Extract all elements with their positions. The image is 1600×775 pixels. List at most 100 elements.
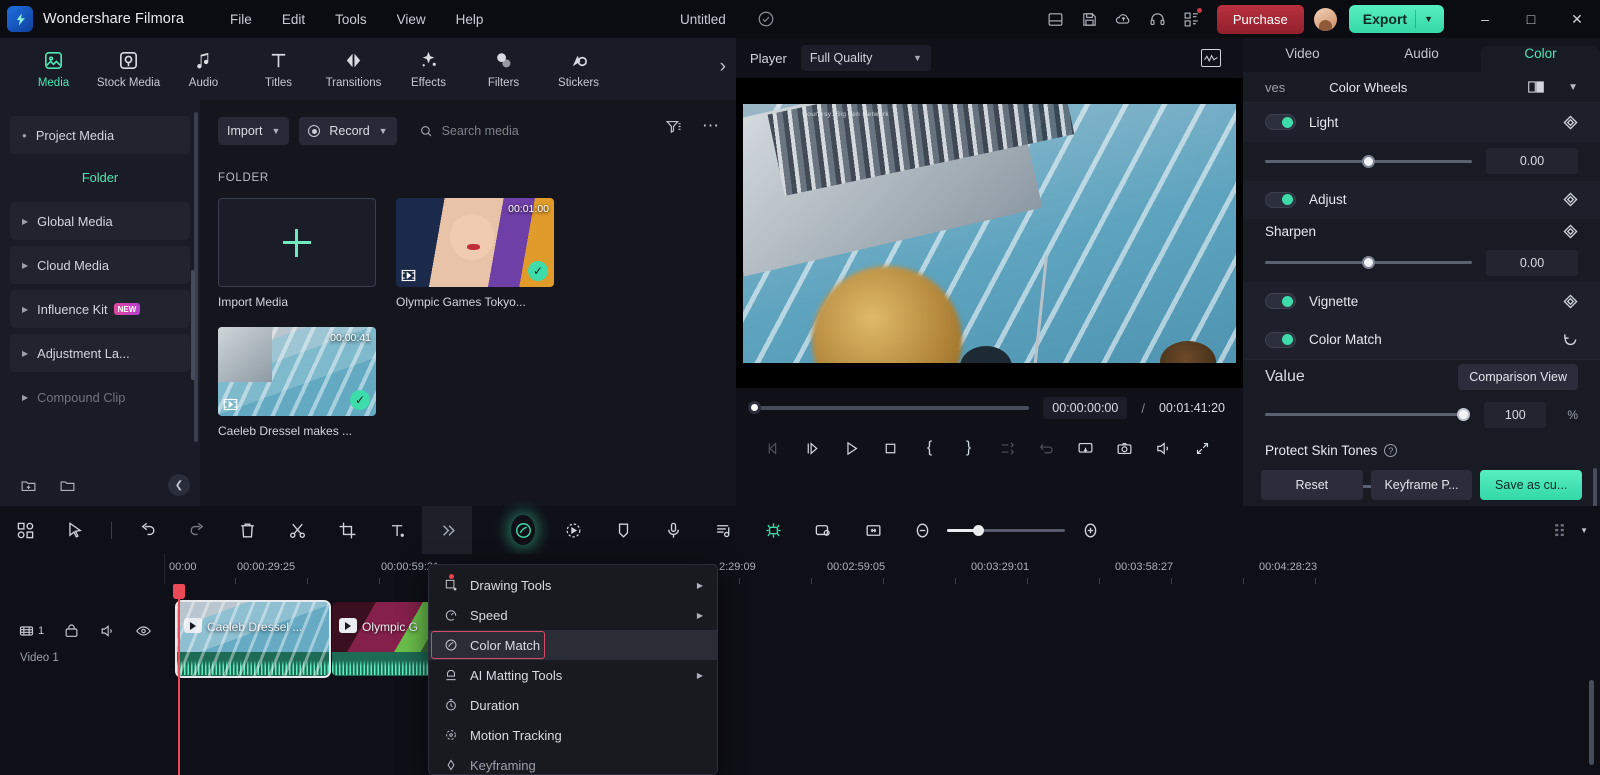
- hide-icon[interactable]: [135, 623, 152, 639]
- context-menu-item-drawing-tools[interactable]: Drawing Tools ▶: [429, 570, 717, 600]
- text-icon[interactable]: [372, 506, 422, 554]
- new-folder-icon[interactable]: [20, 477, 37, 494]
- player-current-time[interactable]: 00:00:00:00: [1043, 397, 1127, 419]
- keyframe-diamond-icon[interactable]: [1563, 294, 1578, 309]
- next-frame-button[interactable]: [793, 433, 832, 463]
- chevron-down-icon[interactable]: ▼: [271, 126, 280, 136]
- stop-button[interactable]: [871, 433, 910, 463]
- delete-icon[interactable]: [222, 506, 272, 554]
- menu-edit[interactable]: Edit: [271, 7, 316, 32]
- redo-icon[interactable]: [172, 506, 222, 554]
- context-menu-item-color-match[interactable]: Color Match: [429, 630, 717, 660]
- microphone-icon[interactable]: [648, 506, 698, 554]
- window-maximize-button[interactable]: □: [1508, 0, 1554, 38]
- timeline-vertical-scrollbar[interactable]: [1589, 680, 1594, 765]
- player-seek-knob[interactable]: [748, 401, 761, 414]
- play-button[interactable]: [832, 433, 871, 463]
- light-toggle[interactable]: [1265, 114, 1296, 130]
- undo-render-button[interactable]: [1027, 433, 1066, 463]
- import-media-tile[interactable]: [218, 198, 376, 287]
- collapse-panel-button[interactable]: ❮: [168, 474, 190, 496]
- window-minimize-button[interactable]: –: [1462, 0, 1508, 38]
- keyframe-diamond-icon[interactable]: [1563, 224, 1578, 239]
- light-slider[interactable]: [1265, 160, 1472, 163]
- support-headset-icon[interactable]: [1141, 0, 1175, 38]
- tab-color[interactable]: Color: [1481, 46, 1600, 72]
- video-preview[interactable]: Courtesy: Big Ten Network: [743, 95, 1236, 372]
- section-vignette[interactable]: Vignette: [1243, 282, 1600, 320]
- light-slider-knob[interactable]: [1362, 155, 1375, 168]
- render-bar-icon[interactable]: [1552, 521, 1571, 540]
- help-circle-icon[interactable]: ?: [1384, 444, 1397, 457]
- nav-tab-stock-media[interactable]: Stock Media: [91, 49, 166, 89]
- color-match-icon[interactable]: [498, 506, 548, 554]
- snapshot-to-fullscreen-button[interactable]: [1066, 433, 1105, 463]
- timeline-options-chevron-icon[interactable]: ▼: [1580, 526, 1588, 535]
- more-chevron-icon[interactable]: [422, 506, 472, 554]
- nav-tab-media[interactable]: Media: [16, 49, 91, 89]
- sharpen-value-input[interactable]: 0.00: [1486, 250, 1578, 276]
- camera-track-icon[interactable]: [798, 506, 848, 554]
- volume-button[interactable]: [1144, 433, 1183, 463]
- keyframe-diamond-icon[interactable]: [1563, 115, 1578, 130]
- chevron-down-icon[interactable]: ▼: [1568, 82, 1578, 93]
- sharpen-slider-knob[interactable]: [1362, 256, 1375, 269]
- marker-icon[interactable]: [598, 506, 648, 554]
- save-icon[interactable]: [1073, 0, 1107, 38]
- ai-effects-icon[interactable]: [548, 506, 598, 554]
- tab-video[interactable]: Video: [1243, 46, 1362, 72]
- qrcode-icon[interactable]: [1175, 0, 1209, 38]
- timeline-zoom-knob[interactable]: [973, 525, 984, 536]
- select-tool-icon[interactable]: [50, 506, 100, 554]
- menu-file[interactable]: File: [219, 7, 263, 32]
- search-media-box[interactable]: [419, 124, 592, 138]
- mute-icon[interactable]: [99, 623, 116, 639]
- tree-item-influence-kit[interactable]: ▶ Influence Kit NEW: [10, 290, 190, 328]
- fullscreen-button[interactable]: [1183, 433, 1222, 463]
- player-seek-slider[interactable]: [754, 406, 1029, 410]
- export-chevron-down-icon[interactable]: ▼: [1424, 14, 1433, 24]
- sharpen-slider[interactable]: [1265, 261, 1472, 264]
- compare-view-icon[interactable]: [1528, 80, 1544, 94]
- subtab-curves-partial[interactable]: ves: [1265, 80, 1285, 95]
- nav-tab-audio[interactable]: Audio: [166, 49, 241, 89]
- green-screen-icon[interactable]: [748, 506, 798, 554]
- comparison-view-button[interactable]: Comparison View: [1458, 364, 1578, 390]
- tree-item-global-media[interactable]: ▶ Global Media: [10, 202, 190, 240]
- context-menu-item-duration[interactable]: Duration: [429, 690, 717, 720]
- chevron-down-icon[interactable]: ▼: [379, 126, 388, 136]
- subtab-color-wheels[interactable]: Color Wheels: [1329, 80, 1407, 95]
- media-cell-import[interactable]: Import Media: [218, 198, 376, 309]
- nav-tab-transitions[interactable]: Transitions: [316, 49, 391, 89]
- window-close-button[interactable]: ✕: [1554, 0, 1600, 38]
- reset-button[interactable]: Reset: [1261, 470, 1363, 500]
- ruler-track[interactable]: 00:00 00:00:29:25 00:00:59:21 2:29:09 00…: [165, 554, 1600, 584]
- render-preview-button[interactable]: [988, 433, 1027, 463]
- media-cell-item[interactable]: 00:00:41 ✓ Caeleb Dressel makes ...: [218, 327, 376, 438]
- light-value-input[interactable]: 0.00: [1486, 148, 1578, 174]
- import-button[interactable]: Import ▼: [218, 117, 289, 145]
- mark-out-button[interactable]: }: [949, 433, 988, 463]
- nav-tabs-more-chevron-icon[interactable]: ›: [720, 56, 726, 78]
- context-menu-item-motion-tracking[interactable]: Motion Tracking: [429, 720, 717, 750]
- mark-in-button[interactable]: {: [910, 433, 949, 463]
- media-scrollbar[interactable]: [191, 270, 195, 380]
- waveform-scope-icon[interactable]: [1201, 49, 1221, 67]
- undo-icon[interactable]: [122, 506, 172, 554]
- camera-snapshot-button[interactable]: [1105, 433, 1144, 463]
- user-avatar[interactable]: [1314, 8, 1337, 31]
- reset-icon[interactable]: [1563, 332, 1578, 347]
- freeze-frame-icon[interactable]: [848, 506, 898, 554]
- menu-view[interactable]: View: [386, 7, 437, 32]
- folder-icon[interactable]: [59, 477, 76, 494]
- audio-mixer-icon[interactable]: [698, 506, 748, 554]
- tab-audio[interactable]: Audio: [1362, 46, 1481, 72]
- grid-view-icon[interactable]: [0, 506, 50, 554]
- menu-tools[interactable]: Tools: [324, 7, 378, 32]
- player-quality-select[interactable]: Full Quality ▼: [801, 45, 931, 71]
- record-button[interactable]: Record ▼: [299, 117, 396, 145]
- tree-item-folder[interactable]: Folder: [10, 158, 190, 196]
- keyframe-preset-button[interactable]: Keyframe P...: [1371, 470, 1473, 500]
- media-cell-item[interactable]: 00:01:00 ✓ Olympic Games Tokyo...: [396, 198, 554, 309]
- search-input[interactable]: [442, 124, 592, 138]
